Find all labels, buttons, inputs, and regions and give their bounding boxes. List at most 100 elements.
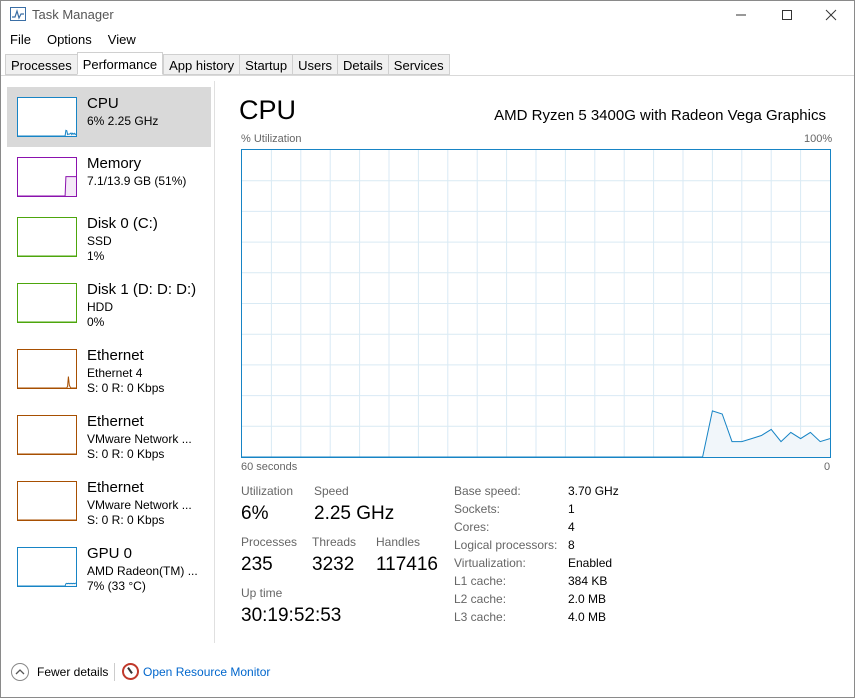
sidebar-item-name: Disk 0 (C:) bbox=[87, 215, 158, 232]
sidebar-item-detail: 0% bbox=[87, 315, 105, 329]
threads-value: 3232 bbox=[312, 554, 355, 575]
spec-value: 384 KB bbox=[568, 574, 608, 588]
menu-bar: File Options View bbox=[1, 29, 854, 51]
spec-label: Virtualization: bbox=[454, 556, 526, 570]
menu-file[interactable]: File bbox=[1, 29, 39, 51]
resource-monitor-icon bbox=[122, 663, 139, 680]
tab-performance[interactable]: Performance bbox=[76, 52, 164, 75]
thumbnail-svg bbox=[18, 453, 76, 454]
sidebar-item-ethernet-4[interactable]: Ethernet Ethernet 4 S: 0 R: 0 Kbps bbox=[7, 339, 211, 399]
sidebar-item-detail: S: 0 R: 0 Kbps bbox=[87, 513, 165, 527]
fewer-details-button[interactable]: Fewer details bbox=[37, 665, 108, 679]
sidebar-item-detail: Ethernet 4 bbox=[87, 366, 143, 380]
spec-value: 2.0 MB bbox=[568, 592, 607, 606]
sidebar-item-detail: 7.1/13.9 GB (51%) bbox=[87, 174, 187, 188]
cpu-utilization-graph bbox=[241, 149, 831, 458]
cpu-graph-svg bbox=[242, 150, 830, 457]
threads-label: Threads bbox=[312, 535, 357, 549]
tab-strip: Processes Performance App history Startu… bbox=[5, 52, 450, 75]
tab-users[interactable]: Users bbox=[292, 54, 338, 75]
speed-label: Speed bbox=[314, 484, 349, 498]
thumbnail-svg bbox=[18, 176, 76, 196]
thumbnail-svg bbox=[18, 376, 76, 388]
spec-label: Cores: bbox=[454, 520, 490, 534]
maximize-icon bbox=[782, 10, 792, 20]
thumbnail-area bbox=[18, 176, 76, 196]
resource-sidebar: CPU 6% 2.25 GHz Memory 7.1/13.9 GB (51%)… bbox=[1, 81, 215, 643]
spec-value: 8 bbox=[568, 538, 575, 552]
spec-label: Logical processors: bbox=[454, 538, 558, 552]
spec-label: L3 cache: bbox=[454, 610, 507, 624]
menu-view[interactable]: View bbox=[100, 29, 144, 51]
uptime-label: Up time bbox=[241, 586, 283, 600]
tab-processes[interactable]: Processes bbox=[5, 54, 77, 75]
tab-details[interactable]: Details bbox=[337, 54, 388, 75]
sidebar-divider[interactable] bbox=[214, 81, 215, 643]
graph-x-end-label: 0 bbox=[824, 461, 831, 473]
cpu-model-name: AMD Ryzen 5 3400G with Radeon Vega Graph… bbox=[494, 107, 826, 124]
sidebar-item-gpu-0[interactable]: GPU 0 AMD Radeon(TM) ... 7% (33 °C) bbox=[7, 537, 211, 597]
title-bar[interactable]: Task Manager bbox=[1, 1, 854, 29]
thumbnail-svg bbox=[18, 255, 76, 256]
sidebar-item-ethernet-vmware-1[interactable]: Ethernet VMware Network ... S: 0 R: 0 Kb… bbox=[7, 405, 211, 465]
tab-startup[interactable]: Startup bbox=[239, 54, 293, 75]
sidebar-item-detail: HDD bbox=[87, 300, 113, 314]
processes-value: 235 bbox=[241, 554, 273, 575]
gpu-0-thumbnail-graph bbox=[17, 547, 77, 587]
graph-x-start-label: 60 seconds bbox=[241, 461, 298, 473]
sidebar-item-name: Ethernet bbox=[87, 347, 144, 364]
graph-y-max-label: 100% bbox=[804, 133, 833, 145]
sidebar-item-detail: S: 0 R: 0 Kbps bbox=[87, 447, 165, 461]
sidebar-item-cpu[interactable]: CPU 6% 2.25 GHz bbox=[7, 87, 211, 147]
disk-1-thumbnail-graph bbox=[17, 283, 77, 323]
tab-app-history[interactable]: App history bbox=[163, 54, 240, 75]
spec-label: Sockets: bbox=[454, 502, 501, 516]
sidebar-item-detail: SSD bbox=[87, 234, 112, 248]
thumbnail-line bbox=[18, 376, 76, 388]
memory-thumbnail-graph bbox=[17, 157, 77, 197]
handles-label: Handles bbox=[376, 535, 421, 549]
utilization-label: Utilization bbox=[241, 484, 294, 498]
spec-value: 3.70 GHz bbox=[568, 484, 619, 498]
chevron-up-icon[interactable] bbox=[11, 663, 29, 681]
disk-0-thumbnail-graph bbox=[17, 217, 77, 257]
thumbnail-line bbox=[18, 129, 76, 136]
sidebar-item-detail: 1% bbox=[87, 249, 105, 263]
sidebar-item-disk-1[interactable]: Disk 1 (D: D: D:) HDD 0% bbox=[7, 273, 211, 333]
thumbnail-svg bbox=[18, 321, 76, 322]
open-resource-monitor-link[interactable]: Open Resource Monitor bbox=[143, 665, 270, 679]
sidebar-item-name: Memory bbox=[87, 155, 142, 172]
graph-y-label: % Utilization bbox=[241, 133, 302, 145]
maximize-button[interactable] bbox=[764, 1, 810, 29]
close-button[interactable] bbox=[808, 1, 854, 29]
footer-divider bbox=[114, 663, 115, 681]
sidebar-item-name: CPU bbox=[87, 95, 119, 112]
thumbnail-svg bbox=[18, 519, 76, 520]
close-icon bbox=[825, 9, 837, 21]
utilization-value: 6% bbox=[241, 503, 269, 524]
page-title: CPU bbox=[239, 95, 297, 125]
tab-services[interactable]: Services bbox=[387, 54, 450, 75]
processes-label: Processes bbox=[241, 535, 298, 549]
spec-value: 4 bbox=[568, 520, 575, 534]
spec-label: L2 cache: bbox=[454, 592, 507, 606]
window-title: Task Manager bbox=[32, 7, 114, 22]
task-manager-window: Task Manager File Options View Processes… bbox=[0, 0, 855, 698]
footer: Fewer details Open Resource Monitor bbox=[1, 653, 854, 697]
thumbnail-svg bbox=[18, 582, 76, 586]
minimize-button[interactable] bbox=[718, 1, 764, 29]
menu-options[interactable]: Options bbox=[39, 29, 100, 51]
spec-label: L1 cache: bbox=[454, 574, 507, 588]
sidebar-item-name: GPU 0 bbox=[87, 545, 133, 562]
sidebar-item-disk-0[interactable]: Disk 0 (C:) SSD 1% bbox=[7, 207, 211, 267]
spec-value: Enabled bbox=[568, 556, 613, 570]
handles-value: 117416 bbox=[376, 554, 438, 575]
ethernet-vmware-1-thumbnail-graph bbox=[17, 415, 77, 455]
thumbnail-svg bbox=[18, 129, 76, 136]
sidebar-item-memory[interactable]: Memory 7.1/13.9 GB (51%) bbox=[7, 147, 211, 207]
ethernet-vmware-2-thumbnail-graph bbox=[17, 481, 77, 521]
minimize-icon bbox=[736, 14, 746, 16]
spec-value: 1 bbox=[568, 502, 575, 516]
sidebar-item-ethernet-vmware-2[interactable]: Ethernet VMware Network ... S: 0 R: 0 Kb… bbox=[7, 471, 211, 531]
task-manager-icon bbox=[10, 7, 26, 21]
